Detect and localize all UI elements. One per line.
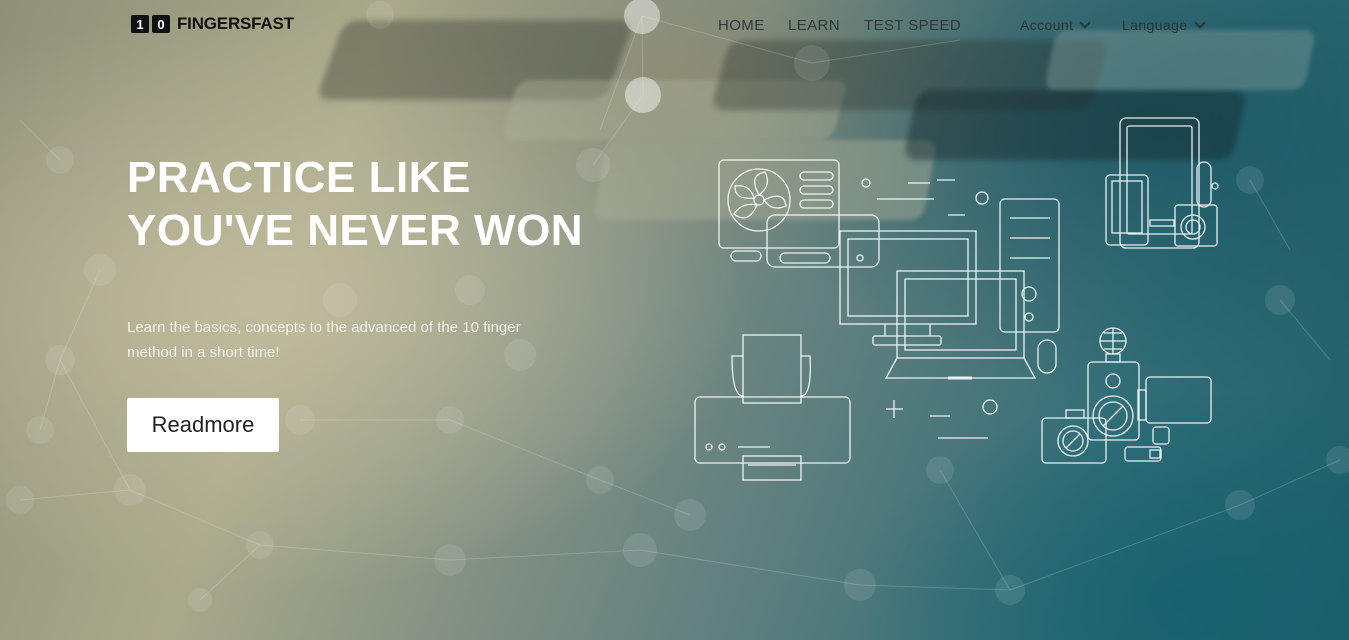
monitor-icon	[839, 230, 977, 346]
camera-small-icon	[1174, 204, 1218, 247]
readmore-button[interactable]: Readmore	[127, 398, 279, 452]
printer-icon	[694, 334, 851, 481]
nav-language-dropdown[interactable]: Language	[1122, 17, 1206, 33]
logo-digit-one: 1	[131, 15, 149, 33]
hero-subtitle-line-1: Learn the basics, concepts to the advanc…	[127, 319, 521, 336]
pc-tower-icon	[999, 198, 1060, 333]
logo-digit-zero: 0	[152, 15, 170, 33]
brand-logo[interactable]: 1 0 FINGERSFAST	[131, 14, 294, 34]
nav-test-speed[interactable]: TEST SPEED	[864, 17, 961, 34]
nav-account-dropdown[interactable]: Account	[1020, 17, 1092, 33]
speaker-icon	[1087, 327, 1147, 441]
chevron-down-icon	[1193, 17, 1206, 29]
nav-account-label: Account	[1020, 17, 1074, 33]
tablet-icon	[1145, 376, 1212, 424]
nav-home[interactable]: HOME	[718, 17, 765, 34]
brand-name: FINGERSFAST	[177, 14, 294, 33]
devices-illustration	[694, 117, 1219, 481]
router-icon	[766, 214, 880, 268]
camera-icon	[1041, 409, 1107, 464]
site-header: 1 0 FINGERSFAST HOME LEARN TEST SPEED Ac…	[0, 0, 1349, 50]
nav-language-label: Language	[1122, 17, 1188, 33]
hero-subtitle: Learn the basics, concepts to the advanc…	[127, 315, 627, 365]
nav-learn[interactable]: LEARN	[788, 17, 840, 34]
smartphone-icon	[1105, 117, 1219, 249]
air-conditioner-icon	[718, 159, 840, 262]
hero-title-line-2: YOU'VE NEVER WON	[127, 206, 584, 255]
usb-drive-icon	[1124, 426, 1170, 462]
hero-title-line-1: PRACTICE LIKE	[127, 153, 471, 202]
hero-title: PRACTICE LIKE YOU'VE NEVER WON	[127, 151, 583, 257]
mouse-icon	[1037, 339, 1057, 374]
chevron-down-icon	[1079, 17, 1092, 29]
hero-subtitle-line-2: method in a short time!	[127, 344, 280, 361]
